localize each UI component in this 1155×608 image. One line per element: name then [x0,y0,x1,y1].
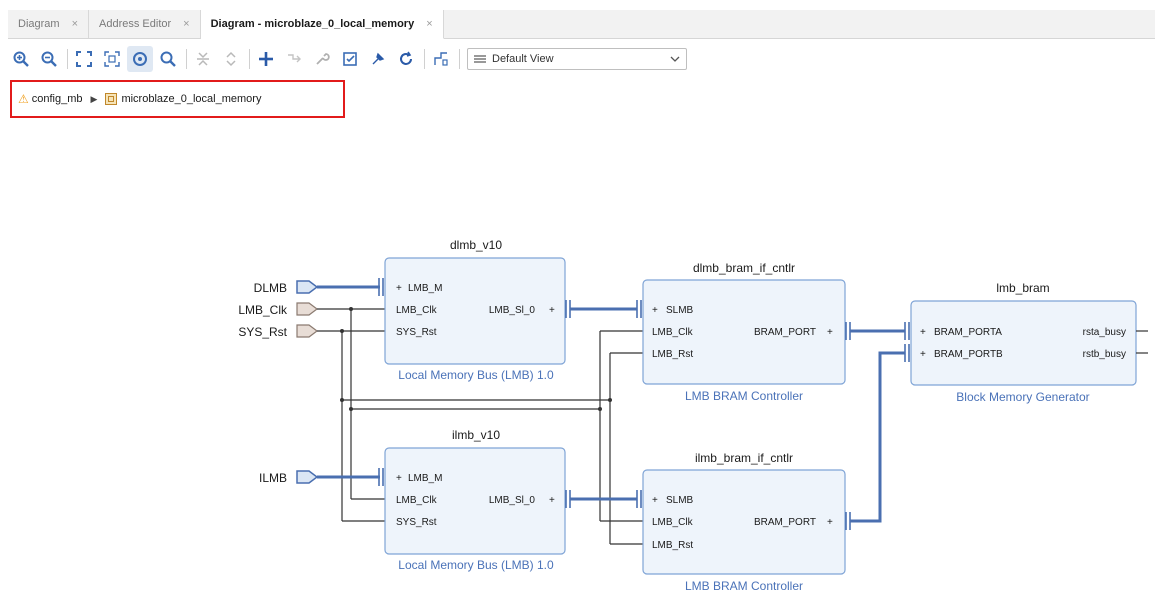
block-subtitle: Block Memory Generator [956,390,1089,404]
view-selector[interactable]: Default View [467,48,687,70]
collapse-icon[interactable] [190,46,216,72]
close-icon[interactable]: × [72,18,78,30]
pin-lmb-m: LMB_M [408,473,442,484]
tab-address-editor[interactable]: Address Editor × [89,10,201,38]
editor-tab-bar: Diagram × Address Editor × Diagram - mic… [8,10,1155,39]
pin-sys-rst: SYS_Rst [396,327,437,338]
view-list-icon [474,55,486,63]
settings-icon[interactable] [309,46,335,72]
svg-text:+: + [396,473,402,484]
svg-text:+: + [920,327,926,338]
make-connection-icon[interactable] [281,46,307,72]
svg-text:+: + [549,305,555,316]
regenerate-layout-icon[interactable] [393,46,419,72]
view-selector-value: Default View [492,53,554,65]
port-lmb-clk[interactable]: LMB_Clk [238,302,318,317]
pin-slmb: SLMB [666,495,694,506]
pin-lmb-clk: LMB_Clk [396,305,438,316]
validate-icon[interactable] [337,46,363,72]
block-subtitle: LMB BRAM Controller [685,389,803,403]
breadcrumb-root[interactable]: config_mb [32,93,83,105]
block-lmb-bram[interactable]: lmb_bram + BRAM_PORTA + BRAM_PORTB rsta_… [910,281,1148,404]
block-title: lmb_bram [996,281,1049,295]
fit-selection-icon[interactable] [99,46,125,72]
pin-bram-porta: BRAM_PORTA [934,327,1002,338]
hierarchy-icon [105,93,118,105]
block-subtitle: Local Memory Bus (LMB) 1.0 [398,368,554,382]
toolbar-separator [186,49,187,69]
block-title: dlmb_bram_if_cntlr [693,261,795,275]
port-label: DLMB [254,281,287,295]
block-title: ilmb_bram_if_cntlr [695,451,793,465]
zoom-out-icon[interactable] [36,46,62,72]
diagram-toolbar: Default View [8,42,1155,76]
chevron-down-icon [670,56,680,62]
pin-lmb-sl-0: LMB_Sl_0 [489,305,536,316]
port-label: SYS_Rst [238,325,287,339]
port-ilmb[interactable]: ILMB [259,470,319,485]
block-title: dlmb_v10 [450,238,502,252]
optimize-routing-icon[interactable] [428,46,454,72]
pin-slmb: SLMB [666,305,694,316]
pin-bram-port: BRAM_PORT [754,517,816,528]
pin-lmb-clk: LMB_Clk [652,327,694,338]
expand-icon[interactable] [218,46,244,72]
port-sys-rst[interactable]: SYS_Rst [238,324,318,339]
svg-text:+: + [827,517,833,528]
run-automation-icon[interactable] [365,46,391,72]
svg-text:+: + [827,327,833,338]
toolbar-separator [249,49,250,69]
diagram-canvas[interactable]: DLMB LMB_Clk SYS_Rst ILMB dlmb_v10 + LMB… [0,120,1155,603]
add-ip-icon[interactable] [253,46,279,72]
toolbar-separator [459,49,460,69]
port-dlmb[interactable]: DLMB [254,280,319,295]
block-title: ilmb_v10 [452,428,500,442]
port-label: ILMB [259,471,287,485]
pin-lmb-m: LMB_M [408,283,442,294]
close-icon[interactable]: × [426,18,432,30]
zoom-in-icon[interactable] [8,46,34,72]
tab-diagram-local-memory[interactable]: Diagram - microblaze_0_local_memory × [200,10,444,39]
pin-lmb-rst: LMB_Rst [652,540,693,551]
toolbar-separator [67,49,68,69]
pin-lmb-rst: LMB_Rst [652,349,693,360]
warning-icon: ⚠ [18,92,29,106]
tab-diagram[interactable]: Diagram × [8,10,90,38]
pin-bram-port: BRAM_PORT [754,327,816,338]
autofit-icon[interactable] [127,46,153,72]
tab-label: Diagram [18,18,60,30]
fit-icon[interactable] [71,46,97,72]
block-ilmb-v10[interactable]: ilmb_v10 + LMB_M LMB_Clk SYS_Rst LMB_Sl_… [384,428,566,572]
block-ilmb-bram-if-cntlr[interactable]: ilmb_bram_if_cntlr + SLMB LMB_Clk LMB_Rs… [642,451,846,593]
close-icon[interactable]: × [183,18,189,30]
block-subtitle: LMB BRAM Controller [685,579,803,593]
pin-rsta-busy: rsta_busy [1083,327,1126,338]
svg-text:+: + [920,349,926,360]
block-diagram: DLMB LMB_Clk SYS_Rst ILMB dlmb_v10 + LMB… [238,238,1148,593]
pin-lmb-clk: LMB_Clk [652,517,694,528]
svg-text:+: + [652,495,658,506]
svg-text:+: + [549,495,555,506]
block-dlmb-v10[interactable]: dlmb_v10 + LMB_M LMB_Clk SYS_Rst LMB_Sl_… [384,238,566,382]
pin-lmb-sl-0: LMB_Sl_0 [489,495,536,506]
port-label: LMB_Clk [238,303,288,317]
svg-text:+: + [396,283,402,294]
svg-text:+: + [652,305,658,316]
block-subtitle: Local Memory Bus (LMB) 1.0 [398,558,554,572]
pin-rstb-busy: rstb_busy [1083,349,1126,360]
tab-label: Diagram - microblaze_0_local_memory [210,18,415,30]
breadcrumb-child[interactable]: microblaze_0_local_memory [121,93,261,105]
hierarchy-breadcrumb: ⚠ config_mb ▶ microblaze_0_local_memory [10,80,345,118]
pin-lmb-clk: LMB_Clk [396,495,438,506]
block-dlmb-bram-if-cntlr[interactable]: dlmb_bram_if_cntlr + SLMB LMB_Clk LMB_Rs… [642,261,846,403]
tab-label: Address Editor [99,18,172,30]
toolbar-separator [424,49,425,69]
search-icon[interactable] [155,46,181,72]
pin-sys-rst: SYS_Rst [396,517,437,528]
pin-bram-portb: BRAM_PORTB [934,349,1003,360]
chevron-right-icon: ▶ [90,93,98,104]
